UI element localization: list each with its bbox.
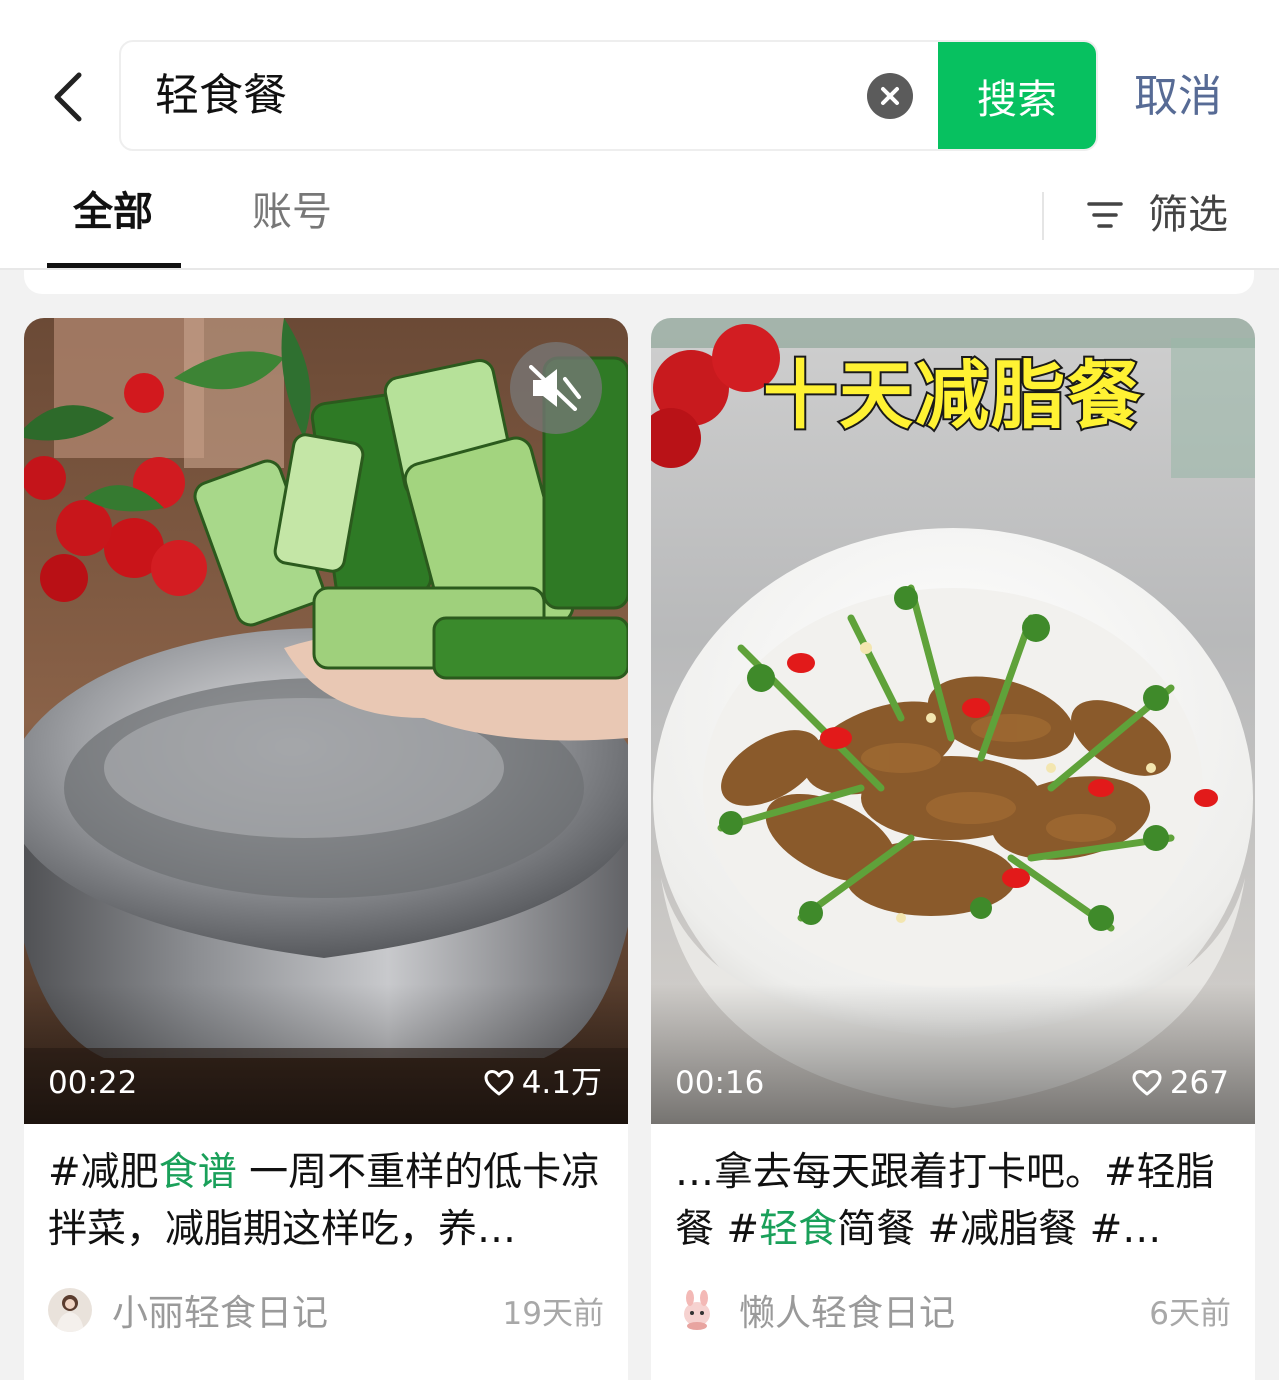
like-count-value: 267 — [1169, 1065, 1229, 1101]
author-avatar-image — [48, 1288, 92, 1332]
filter-label: 筛选 — [1148, 192, 1228, 238]
post-time: 6天前 — [1149, 1295, 1231, 1332]
tab-account[interactable]: 账号 — [252, 182, 332, 242]
like-count-value: 4.1万 — [521, 1065, 602, 1101]
caption-keyword-highlight: 轻食 — [759, 1207, 838, 1252]
close-icon — [881, 87, 899, 105]
caption-keyword-highlight: 食谱 — [158, 1150, 237, 1195]
cancel-button[interactable]: 取消 — [1134, 62, 1222, 132]
video-card[interactable]: 十天减脂餐 00:16 267 …拿去每天跟着打卡吧。#轻脂餐 #轻食简餐 #减… — [651, 318, 1255, 1380]
clear-search-button[interactable] — [867, 73, 913, 119]
video-thumbnail[interactable]: 十天减脂餐 00:16 267 — [651, 318, 1255, 1124]
tab-divider — [1042, 192, 1044, 240]
author-name[interactable]: 小丽轻食日记 — [112, 1284, 503, 1336]
search-header: 搜索 取消 全部 账号 筛选 — [0, 0, 1279, 270]
caption-text: #减肥 — [48, 1150, 159, 1195]
cover-title: 十天减脂餐 — [761, 351, 1143, 441]
filter-button[interactable]: 筛选 — [1086, 182, 1228, 248]
heart-icon — [484, 1070, 514, 1096]
video-duration: 00:22 — [48, 1065, 138, 1101]
author-row: 小丽轻食日记 19天前 — [48, 1284, 604, 1336]
chevron-left-icon — [54, 72, 82, 122]
video-caption[interactable]: …拿去每天跟着打卡吧。#轻脂餐 #轻食简餐 #减脂餐 #… — [675, 1144, 1235, 1262]
caption-text: 简餐 #减脂餐 #… — [837, 1207, 1162, 1252]
previous-card-bottom — [24, 270, 1254, 294]
like-count: 267 — [1132, 1060, 1229, 1106]
search-box: 搜索 — [119, 40, 1098, 151]
filter-icon — [1087, 202, 1123, 228]
video-thumbnail[interactable]: 00:22 4.1万 — [24, 318, 628, 1124]
tab-all[interactable]: 全部 — [73, 182, 153, 242]
author-name[interactable]: 懒人轻食日记 — [739, 1284, 1149, 1336]
like-count: 4.1万 — [484, 1060, 602, 1106]
speaker-muted-icon — [529, 365, 581, 411]
video-duration: 00:16 — [675, 1065, 765, 1101]
video-caption[interactable]: #减肥食谱 一周不重样的低卡凉拌菜，减脂期这样吃，养… — [48, 1144, 608, 1262]
author-avatar-image — [675, 1288, 719, 1332]
avatar[interactable] — [675, 1288, 719, 1332]
post-time: 19天前 — [502, 1295, 604, 1332]
video-card[interactable]: 00:22 4.1万 #减肥食谱 一周不重样的低卡凉拌菜，减脂期这样吃，养… 小… — [24, 318, 628, 1380]
heart-icon — [1132, 1070, 1162, 1096]
author-row: 懒人轻食日记 6天前 — [675, 1284, 1231, 1336]
avatar[interactable] — [48, 1288, 92, 1332]
search-input[interactable] — [155, 42, 855, 149]
mute-button[interactable] — [510, 342, 602, 434]
search-button[interactable]: 搜索 — [938, 42, 1096, 149]
back-button[interactable] — [38, 62, 98, 132]
